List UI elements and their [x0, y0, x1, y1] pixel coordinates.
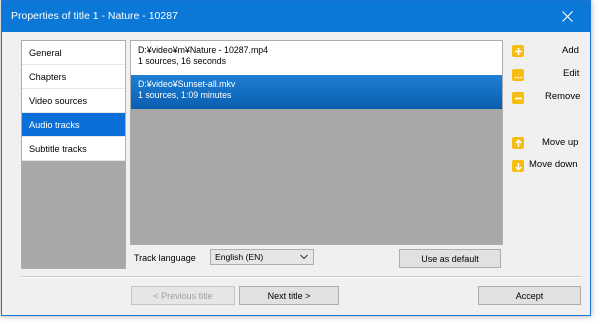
use-as-default-label: Use as default [421, 253, 479, 264]
remove-label[interactable]: Remove [545, 91, 580, 102]
track-language-label: Track language [134, 253, 196, 263]
title-bar: Properties of title 1 - Nature - 10287 [2, 1, 590, 32]
accept-button[interactable]: Accept [478, 286, 581, 305]
track-path: D:¥video¥m¥Nature - 10287.mp4 [138, 45, 269, 55]
accept-label: Accept [515, 290, 544, 301]
nav-item-label: Video sources [29, 95, 88, 106]
track-language-value: English (EN) [215, 252, 264, 262]
nav-item-audio-tracks[interactable]: Audio tracks [22, 113, 125, 137]
arrow-down-icon [512, 160, 524, 172]
edit-button[interactable] [512, 67, 524, 83]
previous-title-button[interactable]: < Previous title [131, 286, 235, 305]
category-list: General Chapters Video sources Audio tra… [21, 40, 126, 269]
nav-item-label: Audio tracks [29, 119, 80, 130]
nav-item-label: Subtitle tracks [29, 143, 87, 154]
track-path: D:¥video¥Sunset-all.mkv [138, 79, 236, 89]
next-title-button[interactable]: Next title > [239, 286, 339, 305]
move-up-button[interactable] [512, 135, 524, 151]
nav-item-subtitle-tracks[interactable]: Subtitle tracks [22, 137, 125, 161]
next-title-label: Next title > [267, 290, 311, 301]
divider [21, 276, 581, 278]
edit-label[interactable]: Edit [563, 68, 579, 79]
move-up-label[interactable]: Move up [542, 137, 578, 148]
track-info: 1 sources, 16 seconds [138, 56, 227, 66]
nav-item-chapters[interactable]: Chapters [22, 65, 125, 89]
arrow-up-icon [512, 137, 524, 149]
window-title: Properties of title 1 - Nature - 10287 [11, 10, 178, 22]
plus-icon [512, 45, 524, 57]
add-button[interactable] [512, 43, 524, 59]
use-as-default-button[interactable]: Use as default [399, 249, 501, 268]
previous-title-label: < Previous title [153, 290, 213, 301]
list-item[interactable]: D:¥video¥m¥Nature - 10287.mp4 1 sources,… [131, 41, 502, 74]
audio-track-list: D:¥video¥m¥Nature - 10287.mp4 1 sources,… [130, 40, 503, 245]
track-language-select[interactable]: English (EN) [210, 249, 314, 265]
ellipsis-icon [512, 69, 524, 81]
add-label[interactable]: Add [562, 45, 579, 56]
nav-item-video-sources[interactable]: Video sources [22, 89, 125, 113]
chevron-down-icon [300, 254, 308, 260]
move-down-button[interactable] [512, 158, 524, 174]
nav-item-general[interactable]: General [22, 41, 125, 65]
track-info: 1 sources, 1:09 minutes [138, 90, 232, 100]
move-down-label[interactable]: Move down [529, 159, 578, 170]
remove-button[interactable] [512, 90, 524, 106]
properties-dialog: Properties of title 1 - Nature - 10287 G… [1, 0, 591, 316]
close-button[interactable] [544, 1, 590, 32]
nav-item-label: Chapters [29, 71, 67, 82]
close-icon [561, 11, 573, 22]
nav-item-label: General [29, 47, 62, 58]
minus-icon [512, 92, 524, 104]
list-item-selected[interactable]: D:¥video¥Sunset-all.mkv 1 sources, 1:09 … [131, 75, 502, 109]
